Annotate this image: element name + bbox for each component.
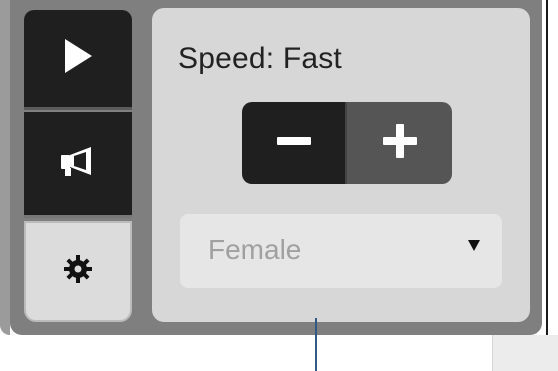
widget-sidebar [16,8,142,324]
settings-button[interactable] [24,221,132,322]
speed-stepper [242,102,452,184]
play-icon [61,37,95,80]
minus-icon [276,134,311,152]
speed-label: Speed: Fast [178,42,342,75]
connector-line [315,318,317,371]
play-button[interactable] [24,10,132,110]
chevron-down-icon [468,240,480,251]
decrease-speed-button[interactable] [242,102,347,184]
background-texture [492,335,558,371]
frame-shadow [0,0,10,335]
gear-icon [62,253,94,290]
vertical-divider [546,0,548,335]
increase-speed-button[interactable] [347,102,452,184]
voice-select[interactable]: Female [180,214,502,288]
settings-panel: Speed: Fast Female [152,8,530,322]
plus-icon [382,123,417,163]
voice-select-value: Female [208,234,302,265]
megaphone-icon [57,144,99,183]
speak-button[interactable] [24,112,132,218]
